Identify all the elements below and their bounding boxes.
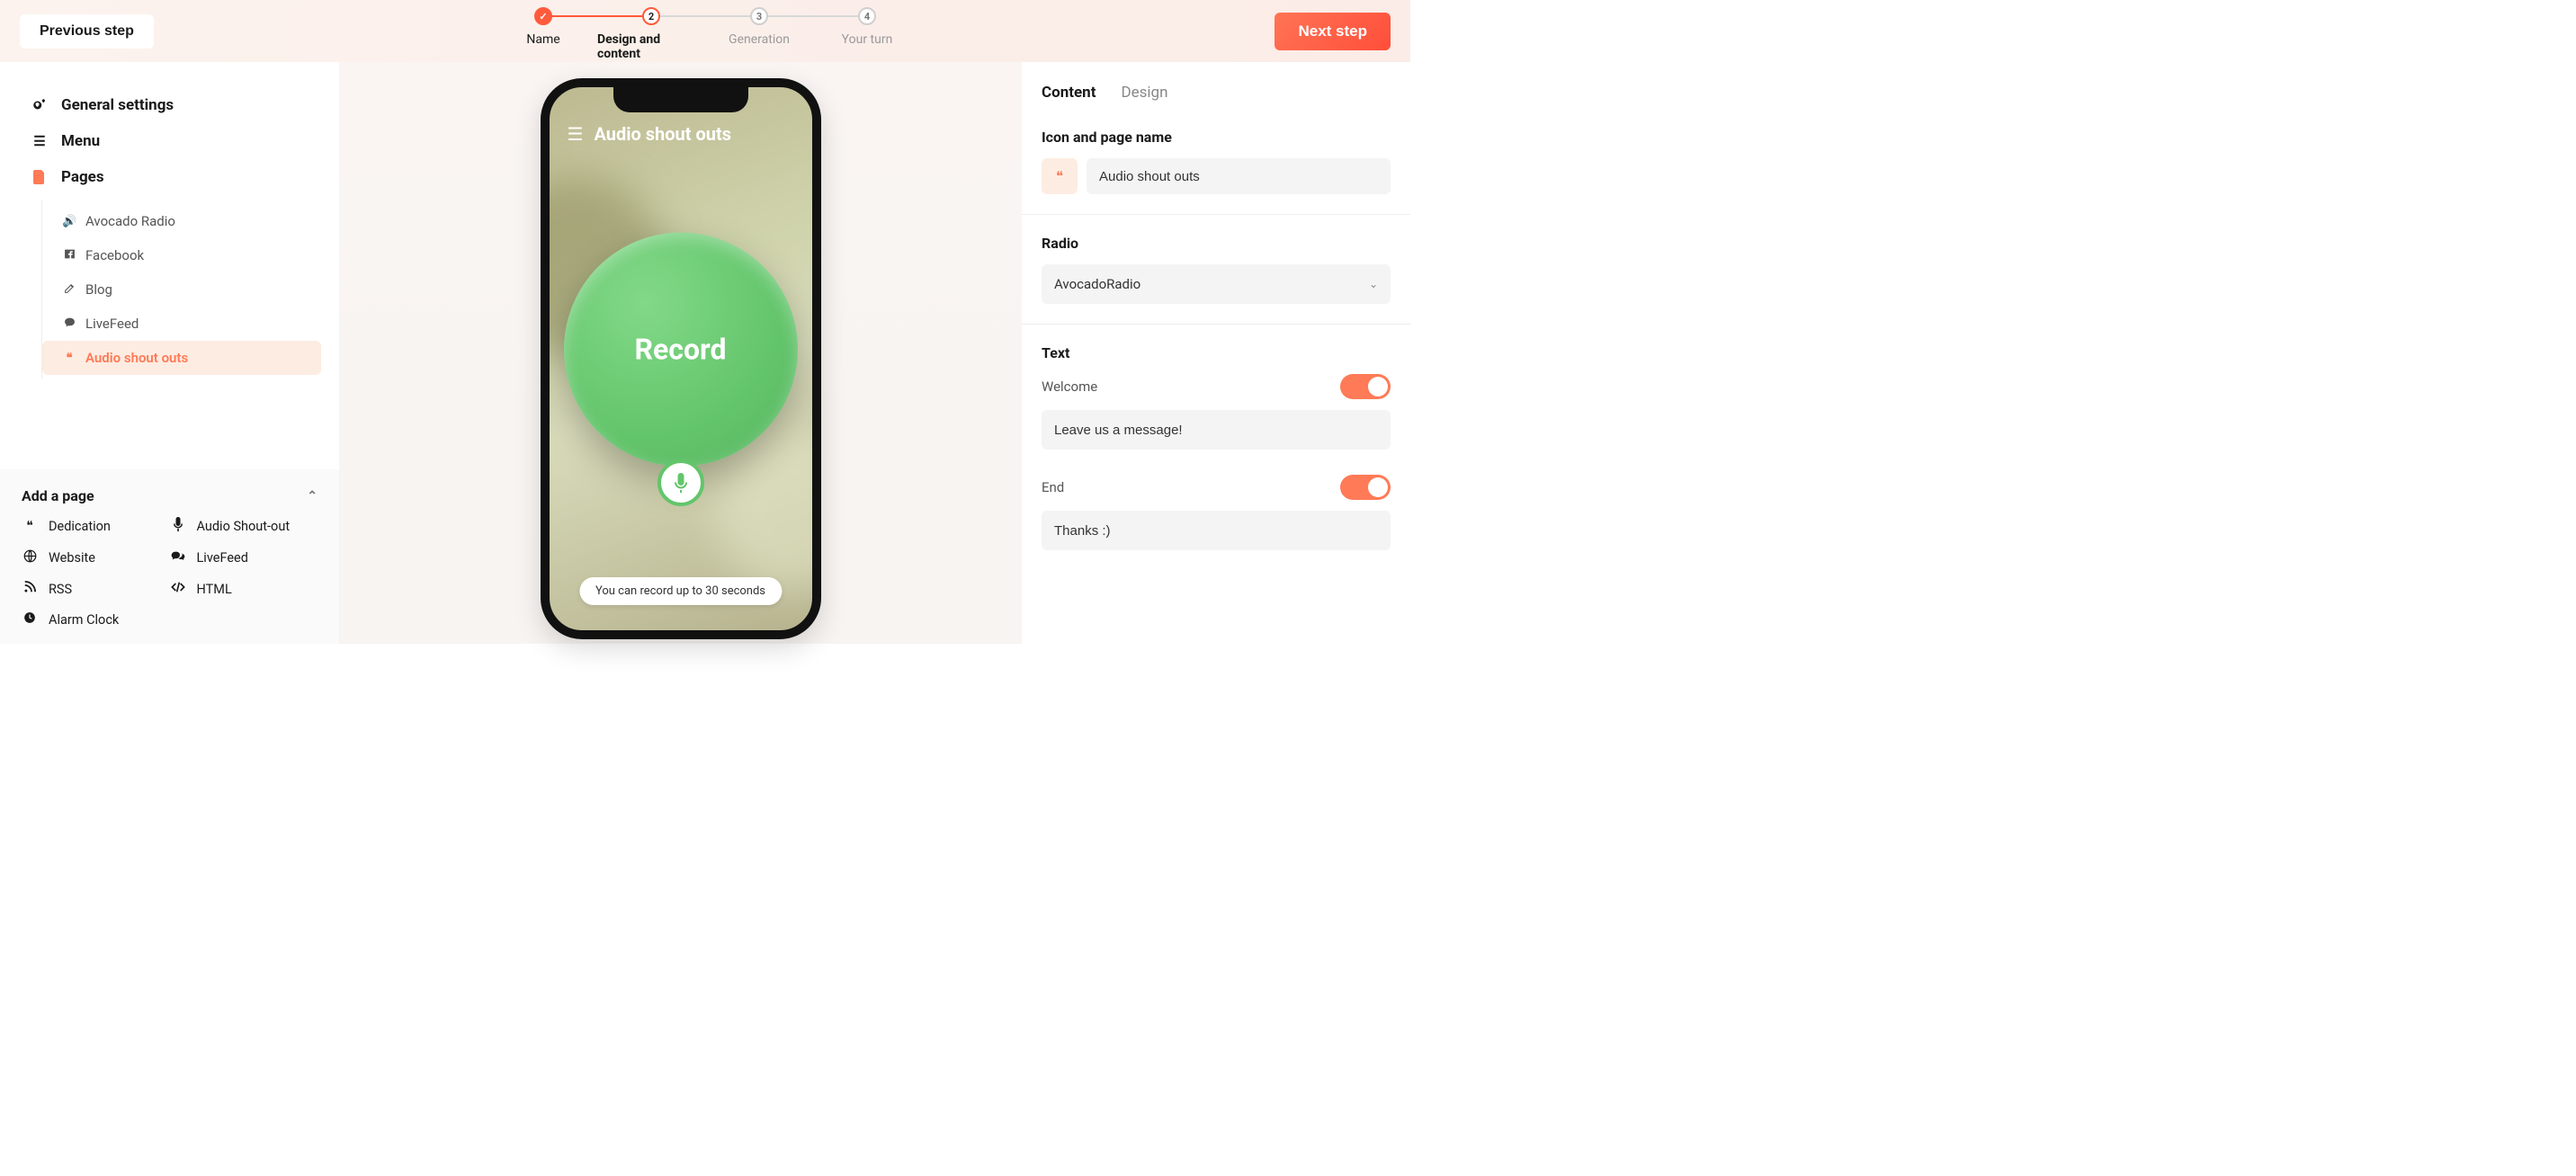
page-item-blog[interactable]: Blog bbox=[42, 272, 321, 307]
page-icon-picker[interactable]: ❝ bbox=[1042, 158, 1078, 194]
radio-select-value: AvocadoRadio bbox=[1054, 276, 1140, 292]
preview-header: ☰ Audio shout outs bbox=[550, 123, 812, 145]
previous-step-button[interactable]: Previous step bbox=[20, 14, 154, 49]
step-label: Your turn bbox=[842, 32, 893, 47]
step-number: 3 bbox=[750, 7, 768, 25]
phone-preview: ☰ Audio shout outs Record You can record… bbox=[541, 78, 821, 639]
globe-icon bbox=[22, 549, 38, 566]
page-item-audio-shout-outs[interactable]: ❝ Audio shout outs bbox=[42, 341, 321, 375]
end-toggle[interactable] bbox=[1340, 475, 1391, 500]
radio-select[interactable]: AvocadoRadio ⌄ bbox=[1042, 264, 1391, 304]
mic-button[interactable] bbox=[657, 459, 704, 506]
record-button[interactable]: Record bbox=[564, 233, 798, 467]
add-item-label: RSS bbox=[49, 582, 72, 597]
facebook-icon bbox=[62, 248, 76, 263]
edit-icon bbox=[62, 282, 76, 298]
code-icon bbox=[170, 582, 186, 596]
welcome-text-input[interactable] bbox=[1042, 410, 1391, 450]
comment-icon bbox=[62, 316, 76, 332]
volume-icon: 🔊 bbox=[62, 215, 76, 228]
stepper: ✓ Name 2 Design and content 3 Generation… bbox=[489, 7, 921, 61]
add-page-toggle[interactable]: Add a page ⌃ bbox=[22, 487, 318, 504]
page-item-label: Facebook bbox=[85, 247, 144, 263]
step-your-turn[interactable]: 4 Your turn bbox=[813, 7, 921, 47]
sidebar-left: General settings ☰ Menu Pages 🔊 Avocado … bbox=[0, 62, 339, 644]
sidebar-item-menu[interactable]: ☰ Menu bbox=[0, 123, 339, 159]
gears-icon bbox=[31, 99, 49, 111]
page-item-avocado-radio[interactable]: 🔊 Avocado Radio bbox=[42, 204, 321, 238]
page-item-label: Avocado Radio bbox=[85, 213, 175, 229]
step-label: Generation bbox=[729, 32, 790, 47]
preview-area: ☰ Audio shout outs Record You can record… bbox=[339, 62, 1022, 644]
section-icon-name: Icon and page name bbox=[1042, 129, 1391, 146]
hamburger-icon[interactable]: ☰ bbox=[568, 123, 584, 145]
add-page-panel: Add a page ⌃ ❝ Dedication Audio Shout-ou… bbox=[0, 469, 339, 644]
document-icon bbox=[31, 170, 49, 184]
page-item-label: LiveFeed bbox=[85, 316, 139, 332]
end-text-input[interactable] bbox=[1042, 511, 1391, 550]
step-name[interactable]: ✓ Name bbox=[489, 7, 597, 47]
add-page-audio-shoutout[interactable]: Audio Shout-out bbox=[170, 517, 318, 535]
main: General settings ☰ Menu Pages 🔊 Avocado … bbox=[0, 62, 1410, 644]
add-item-label: Alarm Clock bbox=[49, 612, 119, 628]
properties-panel: Content Design Icon and page name ❝ Radi… bbox=[1022, 62, 1410, 644]
sidebar-item-general-settings[interactable]: General settings bbox=[0, 87, 339, 123]
record-label: Record bbox=[635, 333, 727, 367]
record-tip: You can record up to 30 seconds bbox=[579, 577, 782, 605]
sidebar-item-label: Menu bbox=[61, 132, 100, 150]
add-item-label: Website bbox=[49, 550, 95, 566]
step-number: 4 bbox=[858, 7, 876, 25]
quote-icon: ❝ bbox=[22, 519, 38, 533]
rss-icon bbox=[22, 581, 38, 597]
microphone-icon bbox=[170, 517, 186, 535]
quote-icon: ❝ bbox=[1056, 168, 1063, 184]
panel-tabs: Content Design bbox=[1042, 84, 1391, 107]
chevron-up-icon: ⌃ bbox=[307, 489, 318, 503]
step-label: Name bbox=[526, 32, 559, 47]
sidebar-item-pages[interactable]: Pages bbox=[0, 159, 339, 195]
add-page-alarm-clock[interactable]: Alarm Clock bbox=[22, 611, 170, 628]
microphone-icon bbox=[672, 472, 690, 494]
chevron-down-icon: ⌄ bbox=[1369, 278, 1378, 290]
add-page-title: Add a page bbox=[22, 487, 94, 504]
page-item-label: Audio shout outs bbox=[85, 350, 188, 366]
tab-design[interactable]: Design bbox=[1121, 84, 1167, 107]
add-page-website[interactable]: Website bbox=[22, 549, 170, 566]
page-item-livefeed[interactable]: LiveFeed bbox=[42, 307, 321, 341]
divider bbox=[1022, 324, 1410, 325]
end-label: End bbox=[1042, 479, 1064, 495]
check-icon: ✓ bbox=[534, 7, 552, 25]
add-page-html[interactable]: HTML bbox=[170, 581, 318, 597]
add-page-livefeed[interactable]: LiveFeed bbox=[170, 549, 318, 566]
menu-icon: ☰ bbox=[31, 133, 49, 149]
add-page-dedication[interactable]: ❝ Dedication bbox=[22, 517, 170, 535]
step-number: 2 bbox=[642, 7, 660, 25]
preview-title: Audio shout outs bbox=[594, 123, 731, 145]
section-radio: Radio bbox=[1042, 235, 1391, 252]
phone-notch bbox=[613, 87, 748, 112]
page-item-label: Blog bbox=[85, 281, 112, 298]
sidebar-item-label: General settings bbox=[61, 96, 174, 114]
step-label: Design and content bbox=[597, 32, 705, 61]
add-item-label: Dedication bbox=[49, 519, 111, 534]
page-item-facebook[interactable]: Facebook bbox=[42, 238, 321, 272]
page-name-input[interactable] bbox=[1087, 158, 1391, 194]
section-text: Text bbox=[1042, 344, 1391, 361]
quote-icon: ❝ bbox=[62, 352, 76, 365]
add-item-label: HTML bbox=[197, 582, 232, 597]
add-item-label: Audio Shout-out bbox=[197, 519, 291, 534]
welcome-label: Welcome bbox=[1042, 379, 1097, 395]
add-item-label: LiveFeed bbox=[197, 550, 248, 566]
sidebar-item-label: Pages bbox=[61, 168, 104, 186]
welcome-toggle[interactable] bbox=[1340, 374, 1391, 399]
add-page-rss[interactable]: RSS bbox=[22, 581, 170, 597]
step-generation[interactable]: 3 Generation bbox=[705, 7, 813, 47]
comments-icon bbox=[170, 550, 186, 566]
topbar: Previous step ✓ Name 2 Design and conten… bbox=[0, 0, 1410, 62]
tab-content[interactable]: Content bbox=[1042, 84, 1096, 107]
next-step-button[interactable]: Next step bbox=[1275, 13, 1391, 50]
clock-icon bbox=[22, 611, 38, 628]
divider bbox=[1022, 214, 1410, 215]
pages-list: 🔊 Avocado Radio Facebook Blog LiveFeed bbox=[41, 200, 339, 379]
